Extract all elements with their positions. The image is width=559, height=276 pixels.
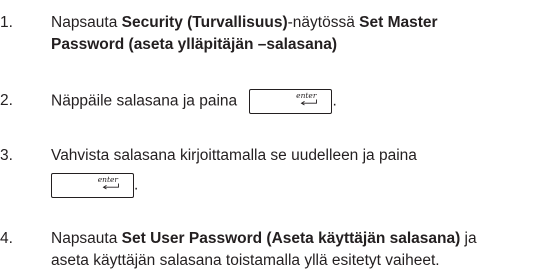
step-line: aseta käyttäjän salasana toistamalla yll… (51, 252, 440, 269)
enter-arrow-icon (301, 99, 318, 106)
step-line: Napsauta Set User Password (Aseta käyttä… (51, 230, 477, 247)
step-number: 3. (0, 147, 13, 164)
step-number: 1. (0, 14, 13, 31)
enter-key: enter (51, 173, 134, 198)
option-name: Password (aseta ylläpitäjän –salasana) (51, 36, 338, 53)
step-text: Napsauta Set User Password (Aseta käyttä… (51, 228, 477, 272)
step-text: Napsauta Security (Turvallisuus)-näytöss… (51, 12, 438, 56)
enter-arrow-icon (102, 183, 119, 190)
step-line: Password (aseta ylläpitäjän –salasana) (51, 34, 438, 56)
step-text: Vahvista salasana kirjoittamalla se uude… (51, 145, 417, 198)
option-name: Set Master (359, 14, 438, 31)
option-name: Set User Password (Aseta käyttäjän salas… (121, 230, 461, 247)
step-line: enter . (51, 173, 417, 198)
step-text: Näppäile salasana ja paina enter . (51, 89, 337, 114)
step-number: 4. (0, 230, 13, 247)
instruction-list: 1. Napsauta Security (Turvallisuus)-näyt… (0, 0, 559, 276)
step-line: Napsauta Security (Turvallisuus)-näytöss… (51, 14, 438, 31)
step-number: 2. (0, 92, 13, 109)
enter-key: enter (249, 89, 333, 114)
step-line: Vahvista salasana kirjoittamalla se uude… (51, 147, 417, 164)
menu-name-security: Security (Turvallisuus) (121, 14, 288, 31)
